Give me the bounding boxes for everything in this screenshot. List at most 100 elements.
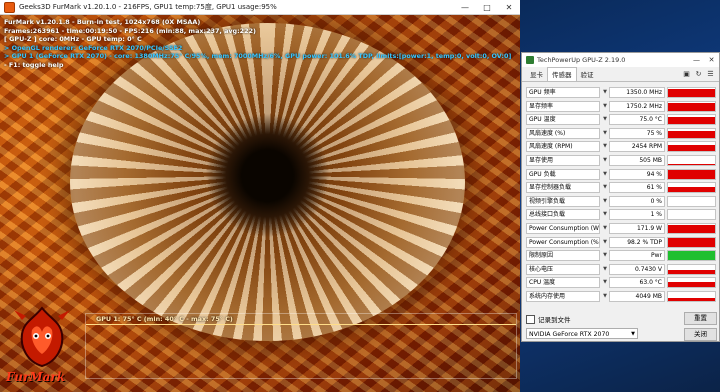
- chevron-down-icon[interactable]: ▼: [602, 101, 608, 112]
- refresh-icon[interactable]: ↻: [694, 69, 703, 78]
- sensor-value: 0 %: [609, 195, 665, 207]
- sensor-graph-fill: [668, 131, 715, 138]
- furmark-window: Geeks3D FurMark v1.20.1.0 - 216FPS, GPU1…: [0, 0, 520, 392]
- log-to-file-label: 记录到文件: [538, 316, 571, 324]
- sensor-graph-fill: [668, 281, 715, 288]
- sensor-graph-fill: [668, 298, 715, 301]
- sensor-row: 显存控制器负载 ▼ 61 %: [526, 181, 716, 195]
- chevron-down-icon[interactable]: ▼: [602, 141, 608, 152]
- furmark-titlebar[interactable]: Geeks3D FurMark v1.20.1.0 - 216FPS, GPU1…: [0, 0, 520, 15]
- reset-button[interactable]: 重置: [684, 312, 717, 325]
- sensor-graph-fill: [668, 225, 715, 233]
- sensor-graph-fill: [668, 102, 715, 111]
- gpuz-titlebar[interactable]: TechPowerUp GPU-Z 2.19.0 — ✕: [522, 53, 719, 67]
- sensor-value: 0.7430 V: [609, 263, 665, 275]
- chevron-down-icon[interactable]: ▼: [602, 209, 608, 220]
- sensor-graph: [667, 263, 716, 275]
- sensor-row: 限制原因 ▼ Pwr: [526, 249, 716, 263]
- furmark-window-title: Geeks3D FurMark v1.20.1.0 - 216FPS, GPU1…: [19, 3, 277, 11]
- chevron-down-icon[interactable]: ▼: [602, 128, 608, 139]
- chevron-down-icon[interactable]: ▼: [602, 237, 608, 248]
- sensor-graph: [667, 114, 716, 126]
- sensor-row: 系统内存使用 ▼ 4049 MB: [526, 290, 716, 304]
- sensor-graph-fill: [668, 117, 715, 125]
- sensor-row: CPU 温度 ▼ 63.0 °C: [526, 276, 716, 290]
- maximize-icon[interactable]: □: [476, 0, 498, 14]
- chevron-down-icon[interactable]: ▼: [602, 223, 608, 234]
- sensor-graph-fill: [668, 269, 715, 274]
- chevron-down-icon[interactable]: ▼: [602, 87, 608, 98]
- chevron-down-icon: ▼: [631, 331, 635, 337]
- gpuz-tabs: 显卡 传感器 验证 ▣ ↻ ☰: [522, 67, 719, 82]
- sensor-row: 显存使用 ▼ 505 MB: [526, 154, 716, 168]
- sensor-value: 61 %: [609, 182, 665, 194]
- sensor-row: GPU 负载 ▼ 94 %: [526, 168, 716, 182]
- sensor-value: 171.9 W: [609, 222, 665, 234]
- chevron-down-icon[interactable]: ▼: [602, 291, 608, 302]
- sensor-value: 1 %: [609, 209, 665, 221]
- checkbox-box[interactable]: [526, 314, 535, 324]
- sensor-value: 1350.0 MHz: [609, 87, 665, 98]
- chevron-down-icon[interactable]: ▼: [602, 277, 608, 288]
- sensor-row: 总线接口负载 ▼ 1 %: [526, 208, 716, 222]
- sensor-graph: [667, 182, 716, 194]
- minimize-icon[interactable]: —: [454, 0, 476, 14]
- sensor-label: CPU 温度: [526, 277, 600, 289]
- sensor-graph-fill: [668, 251, 715, 261]
- sensor-graph-fill: [668, 237, 715, 247]
- sensor-label: 风扇速度 (%): [526, 127, 600, 139]
- sensor-label: 限制原因: [526, 250, 600, 262]
- sensor-graph-fill: [668, 186, 715, 193]
- sensor-graph: [667, 127, 716, 139]
- gpuz-window: TechPowerUp GPU-Z 2.19.0 — ✕ 显卡 传感器 验证 ▣…: [521, 52, 720, 342]
- sensor-graph: [667, 277, 716, 289]
- sensor-row: GPU 温度 ▼ 75.0 °C: [526, 113, 716, 127]
- sensor-row: Power Consumption (W) ▼ 171.9 W: [526, 222, 716, 236]
- chevron-down-icon[interactable]: ▼: [602, 169, 608, 180]
- sensor-graph: [667, 87, 716, 98]
- chevron-down-icon[interactable]: ▼: [602, 250, 608, 261]
- chevron-down-icon[interactable]: ▼: [602, 114, 608, 125]
- gpu-select-value: NVIDIA GeForce RTX 2070: [529, 331, 610, 338]
- hud-line: > GPU 1 (GeForce RTX 2070) - core: 1380M…: [4, 52, 512, 60]
- sensor-value: 63.0 °C: [609, 277, 665, 289]
- furmark-app-icon: [4, 1, 15, 13]
- tab-sensors[interactable]: 传感器: [547, 67, 577, 81]
- sensor-label: 风扇速度 (RPM): [526, 141, 600, 153]
- chevron-down-icon[interactable]: ▼: [602, 196, 608, 207]
- sensor-label: 显存控制器负载: [526, 182, 600, 194]
- chevron-down-icon[interactable]: ▼: [602, 182, 608, 193]
- sensor-value: 75.0 °C: [609, 114, 665, 126]
- hud-line: - F1: toggle help: [4, 60, 64, 69]
- close-icon[interactable]: ✕: [704, 53, 719, 67]
- furmark-hud: FurMark v1.20.1.8 - Burn-in test, 1024x7…: [4, 18, 511, 69]
- sensor-graph-fill: [668, 145, 715, 152]
- temperature-graph-label: GPU 1: 75° C (min: 40° C - max: 75° C): [96, 315, 233, 323]
- sensor-label: GPU 频率: [526, 87, 600, 98]
- temperature-graph-line: [86, 324, 516, 325]
- tab-validation[interactable]: 验证: [577, 68, 598, 81]
- sensor-value: 1750.2 MHz: [609, 100, 665, 112]
- furmark-logo-icon: [14, 306, 70, 368]
- gpuz-window-title: TechPowerUp GPU-Z 2.19.0: [537, 56, 626, 64]
- chevron-down-icon[interactable]: ▼: [602, 264, 608, 275]
- sensor-value: 98.2 % TDP: [609, 236, 665, 248]
- close-button[interactable]: 关闭: [684, 328, 717, 341]
- close-icon[interactable]: ✕: [498, 0, 520, 14]
- gpu-select-dropdown[interactable]: NVIDIA GeForce RTX 2070 ▼: [526, 328, 638, 339]
- sensor-graph: [667, 154, 716, 166]
- sensor-graph: [667, 209, 716, 221]
- sensor-value: 505 MB: [609, 154, 665, 166]
- minimize-icon[interactable]: —: [689, 53, 704, 67]
- sensor-value: 94 %: [609, 168, 665, 180]
- log-to-file-checkbox[interactable]: 记录到文件: [526, 314, 571, 324]
- sensor-label: GPU 负载: [526, 168, 600, 180]
- sensor-row: 视频引擎负载 ▼ 0 %: [526, 195, 716, 209]
- menu-icon[interactable]: ☰: [706, 69, 715, 78]
- tab-graphics-card[interactable]: 显卡: [526, 68, 547, 81]
- sensor-row: 显存频率 ▼ 1750.2 MHz: [526, 100, 716, 114]
- sensor-graph-fill: [668, 164, 715, 165]
- camera-icon[interactable]: ▣: [682, 69, 691, 78]
- chevron-down-icon[interactable]: ▼: [602, 155, 608, 166]
- hud-line: > OpenGL renderer: GeForce RTX 2070/PCIe…: [4, 43, 183, 52]
